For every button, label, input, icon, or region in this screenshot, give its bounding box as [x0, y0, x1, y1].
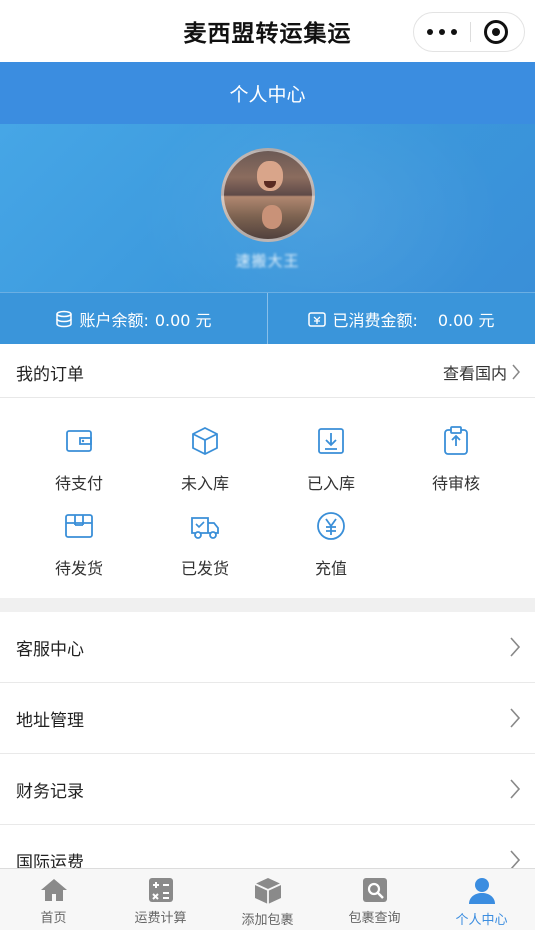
search-icon: [362, 878, 387, 902]
menu-label: 地址管理: [16, 711, 84, 731]
chevron-right-icon: [510, 779, 521, 799]
truck-icon: [191, 517, 219, 539]
spent-amount[interactable]: 已消费金额: 0.00 元: [268, 293, 535, 345]
profile-section: 速搬大王: [0, 124, 535, 292]
database-icon: [56, 310, 73, 328]
menu-customer-service[interactable]: 客服中心: [0, 612, 535, 683]
download-icon: [318, 428, 344, 454]
orders-title: 我的订单: [16, 365, 84, 385]
menu-label: 客服中心: [16, 640, 84, 660]
order-label: 待发货: [54, 559, 103, 578]
order-label: 待支付: [54, 474, 103, 493]
wallet-outline-icon: [308, 312, 327, 327]
account-balance[interactable]: 账户余额: 0.00 元: [0, 293, 267, 345]
clipboard-icon: [444, 426, 468, 455]
order-not-received[interactable]: 未入库: [150, 424, 260, 494]
yen-icon: [317, 512, 345, 540]
menu-address-management[interactable]: 地址管理: [0, 683, 535, 754]
wallet-icon: [66, 430, 92, 452]
top-bar: 麦西盟转运集运: [0, 0, 535, 62]
tab-package-tracking[interactable]: 包裹查询: [321, 869, 428, 930]
order-recharge[interactable]: 充值: [276, 509, 386, 579]
order-label: 已发货: [180, 559, 229, 578]
order-pending-shipment[interactable]: 待发货: [24, 509, 134, 579]
order-pending-payment[interactable]: 待支付: [24, 424, 134, 494]
order-received[interactable]: 已入库: [276, 424, 386, 494]
page-title: 个人中心: [229, 84, 306, 106]
my-orders-section: 我的订单 查看国内 待支付 未入库 已入库 待审核 待发货 已发货 充值: [0, 344, 535, 598]
capsule-divider: [470, 22, 471, 42]
close-circle-icon[interactable]: [484, 20, 508, 44]
order-pending-review[interactable]: 待审核: [401, 424, 511, 494]
username: 速搬大王: [235, 252, 300, 270]
account-balance-value: 0.00 元: [154, 311, 212, 330]
tab-shipping-calculator[interactable]: 运费计算: [107, 869, 214, 930]
orders-header: 我的订单 查看国内: [0, 344, 535, 398]
menu-label: 财务记录: [16, 782, 84, 802]
tab-home[interactable]: 首页: [0, 869, 107, 930]
home-icon: [40, 879, 67, 901]
cube-icon: [254, 878, 281, 904]
order-label: 已入库: [306, 474, 355, 493]
calculator-icon: [148, 878, 173, 902]
avatar[interactable]: [221, 148, 315, 242]
order-shipped[interactable]: 已发货: [150, 509, 260, 579]
spent-amount-label: 已消费金额:: [332, 311, 418, 330]
balance-bar: 账户余额: 0.00 元 已消费金额: 0.00 元: [0, 292, 535, 345]
more-menu-button[interactable]: [414, 13, 470, 51]
order-label: 充值: [314, 559, 347, 578]
chevron-right-icon: [510, 637, 521, 657]
order-label: 未入库: [180, 474, 229, 493]
box-icon: [192, 426, 218, 456]
tab-add-package[interactable]: 添加包裹: [214, 869, 321, 930]
chevron-right-icon: [512, 364, 520, 380]
mini-program-capsule: [413, 12, 525, 52]
chevron-right-icon: [510, 708, 521, 728]
package-icon: [65, 514, 93, 538]
view-domestic-link[interactable]: 查看国内: [443, 360, 521, 384]
spent-amount-value: 0.00 元: [437, 311, 495, 330]
section-divider: [0, 598, 535, 612]
order-label: 待审核: [431, 474, 480, 493]
menu-finance-records[interactable]: 财务记录: [0, 754, 535, 825]
page-header: 个人中心: [0, 62, 535, 124]
bottom-tab-bar: 首页 运费计算 添加包裹 包裹查询 个人中心: [0, 868, 535, 930]
account-balance-label: 账户余额:: [79, 311, 149, 330]
user-icon: [468, 878, 495, 904]
tab-personal-center[interactable]: 个人中心: [428, 869, 535, 930]
